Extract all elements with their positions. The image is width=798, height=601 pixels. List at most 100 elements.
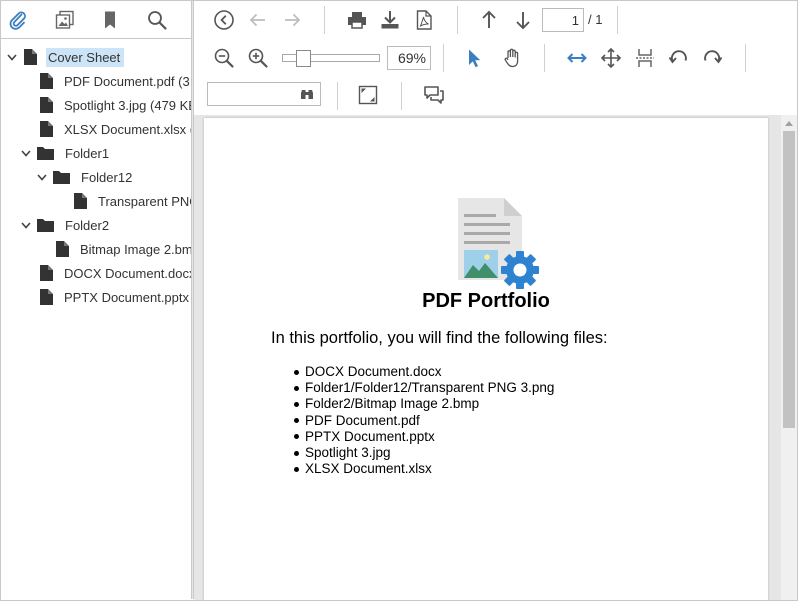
tree-file[interactable]: PPTX Document.pptx (	[39, 286, 192, 308]
bullet	[294, 466, 299, 472]
fit-width-button[interactable]	[563, 44, 591, 72]
tree-item-label: Folder2	[65, 217, 110, 233]
previous-view-button[interactable]	[244, 6, 272, 34]
pdf-portfolio-icon	[458, 198, 539, 289]
tree-item-label: Folder12	[81, 169, 133, 185]
search-input[interactable]	[207, 82, 321, 106]
zoom-input[interactable]	[387, 46, 431, 70]
toolbar-separator	[401, 82, 402, 110]
bullet	[294, 450, 299, 456]
tree-file[interactable]: DOCX Document.docx	[39, 262, 192, 284]
tree-folder[interactable]: Folder2	[19, 214, 113, 236]
scroll-up-arrow-icon[interactable]	[784, 119, 794, 127]
zoom-out-icon	[214, 48, 234, 68]
rotate-left-icon	[668, 50, 687, 64]
pdf-page: PDF Portfolio In this portfolio, you wil…	[204, 118, 768, 600]
tree-item-label: PDF Document.pdf (3.5	[64, 73, 192, 89]
portfolio-file-name: XLSX Document.xlsx	[305, 461, 432, 477]
portfolio-file-item: Spotlight 3.jpg	[294, 445, 554, 461]
bullet	[294, 401, 299, 407]
download-icon	[381, 11, 399, 29]
page-total-label: / 1	[588, 12, 603, 27]
bullet	[294, 369, 299, 375]
next-page-button[interactable]	[509, 6, 537, 34]
previous-page-button[interactable]	[475, 6, 503, 34]
chevron-down-icon[interactable]	[19, 146, 33, 160]
zoom-in-button[interactable]	[244, 44, 272, 72]
portfolio-file-item: Folder2/Bitmap Image 2.bmp	[294, 396, 554, 412]
file-icon	[39, 73, 53, 89]
zoom-slider-thumb[interactable]	[296, 50, 311, 67]
tree-file[interactable]: PDF Document.pdf (3.5	[39, 70, 192, 92]
tree-file[interactable]: XLSX Document.xlsx (4	[39, 118, 192, 140]
next-view-button[interactable]	[278, 6, 306, 34]
tree-file[interactable]: Bitmap Image 2.bm	[55, 238, 192, 260]
tree-file[interactable]: Transparent PNG	[73, 190, 192, 212]
chevron-down-icon[interactable]	[5, 50, 19, 64]
document-viewer[interactable]: PDF Portfolio In this portfolio, you wil…	[194, 115, 797, 600]
file-icon	[55, 241, 69, 257]
portfolio-file-item: PPTX Document.pptx	[294, 429, 554, 445]
folder-icon	[37, 217, 54, 233]
download-button[interactable]	[376, 6, 404, 34]
tree-item-label: XLSX Document.xlsx (4	[64, 121, 192, 137]
tree-folder[interactable]: Folder12	[35, 166, 136, 188]
print-button[interactable]	[343, 6, 371, 34]
tab-search[interactable]	[144, 7, 170, 33]
tree-item-label: Spotlight 3.jpg (479 KE	[64, 97, 192, 113]
search-icon	[148, 11, 167, 30]
pdf-file-icon	[416, 10, 432, 30]
tab-thumbnails[interactable]	[52, 7, 78, 33]
thumbnails-icon	[55, 10, 74, 29]
save-pdf-button[interactable]	[410, 6, 438, 34]
comments-button[interactable]	[420, 81, 448, 109]
comments-icon	[424, 86, 444, 104]
chevron-down-icon[interactable]	[19, 218, 33, 232]
fit-width-icon	[567, 53, 587, 63]
fullscreen-button[interactable]	[354, 81, 382, 109]
bullet	[294, 434, 299, 440]
folder-icon	[37, 145, 54, 161]
rotate-clockwise-button[interactable]	[698, 44, 726, 72]
zoom-out-button[interactable]	[210, 44, 238, 72]
zoom-slider[interactable]	[282, 50, 380, 67]
arrow-right-icon	[285, 13, 301, 27]
back-button[interactable]	[210, 6, 238, 34]
folder-icon	[53, 169, 70, 185]
toolbar-separator	[745, 44, 746, 72]
tab-attachments[interactable]	[5, 7, 31, 33]
portfolio-file-name: PDF Document.pdf	[305, 412, 420, 428]
tree-file[interactable]: Cover Sheet	[5, 46, 125, 68]
tree-file[interactable]: Spotlight 3.jpg (479 KE	[39, 94, 192, 116]
portfolio-file-item: XLSX Document.xlsx	[294, 461, 554, 477]
tree-item-label: Cover Sheet	[46, 47, 125, 67]
select-tool-button[interactable]	[460, 44, 488, 72]
portfolio-intro: In this portfolio, you will find the fol…	[271, 329, 608, 347]
single-page-view-button[interactable]	[631, 44, 659, 72]
tree-folder[interactable]: Folder1	[19, 142, 113, 164]
tree-item-label: Folder1	[65, 145, 110, 161]
arrow-left-icon	[249, 13, 265, 27]
binoculars-icon[interactable]	[300, 87, 314, 101]
vertical-scrollbar[interactable]	[781, 115, 797, 600]
scrollbar-thumb[interactable]	[783, 131, 795, 428]
portfolio-file-list: DOCX Document.docx Folder1/Folder12/Trans…	[294, 364, 554, 477]
sidebar: Cover Sheet PDF Document.pdf (3.5 Spotligh…	[1, 1, 192, 599]
toolbar-separator	[324, 6, 325, 34]
file-icon	[39, 97, 53, 113]
portfolio-file-name: Folder2/Bitmap Image 2.bmp	[305, 396, 480, 412]
fit-page-button[interactable]	[597, 44, 625, 72]
file-icon	[73, 193, 87, 209]
rotate-counterclockwise-button[interactable]	[665, 44, 693, 72]
fullscreen-icon	[358, 85, 378, 105]
chevron-down-icon[interactable]	[35, 170, 49, 184]
arrow-up-icon	[482, 10, 496, 28]
tab-bookmarks[interactable]	[97, 7, 123, 33]
file-icon	[39, 289, 53, 305]
portfolio-file-name: PPTX Document.pptx	[305, 428, 435, 444]
tree-item-label: DOCX Document.docx	[64, 265, 192, 281]
tree-item-label: PPTX Document.pptx (	[64, 289, 192, 305]
page-number-input[interactable]	[542, 8, 584, 32]
pan-tool-button[interactable]	[498, 44, 526, 72]
portfolio-file-item: PDF Document.pdf	[294, 413, 554, 429]
